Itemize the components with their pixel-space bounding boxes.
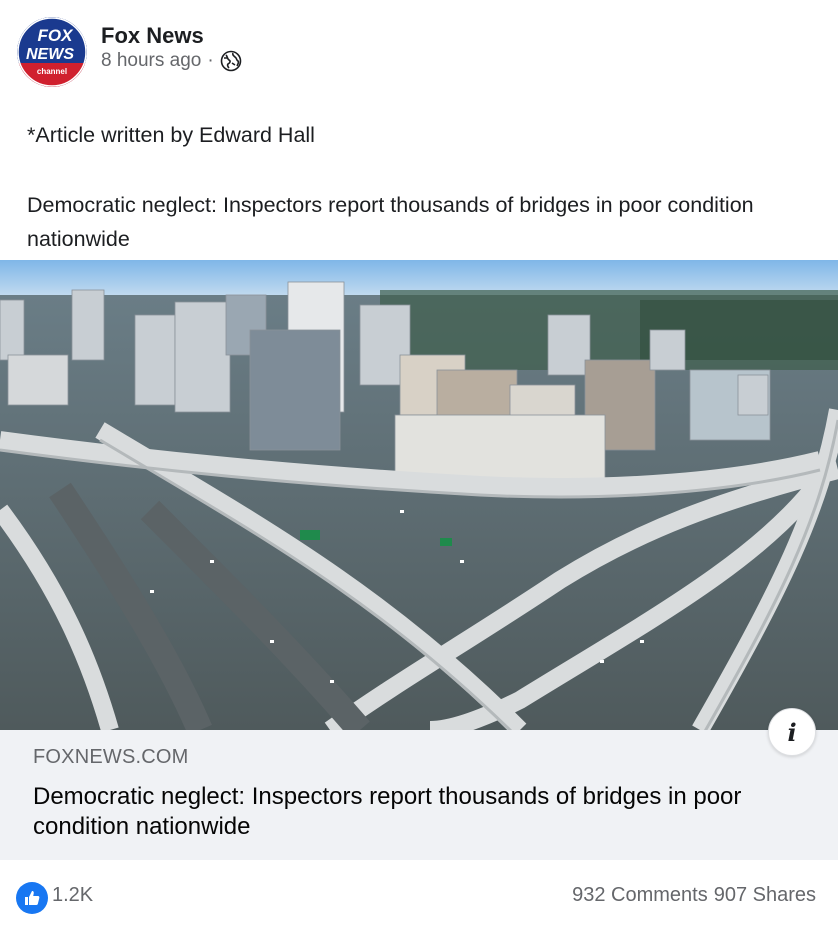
shares-count[interactable]: 907 Shares — [714, 884, 816, 907]
meta-separator: · — [207, 50, 214, 71]
page-avatar[interactable]: FOX NEWS channel — [17, 17, 87, 87]
engagement-stats: 932 Comments 907 Shares — [572, 884, 816, 907]
link-domain: FOXNEWS.COM — [33, 746, 189, 768]
link-preview-card[interactable]: FOXNEWS.COM Democratic neglect: Inspecto… — [0, 730, 838, 860]
comments-count[interactable]: 932 Comments — [572, 884, 708, 907]
post-text-credit: *Article written by Edward Hall — [27, 123, 315, 147]
thumbs-up-icon[interactable] — [16, 882, 48, 914]
logo-text-channel: channel — [37, 67, 67, 76]
post-message: *Article written by Edward Hall Democrat… — [27, 118, 807, 256]
globe-icon[interactable] — [220, 50, 242, 72]
page-name-link[interactable]: Fox News — [101, 23, 204, 49]
info-icon[interactable]: i — [768, 708, 816, 756]
thumbs-up-glyph — [25, 891, 40, 905]
fox-news-logo: FOX NEWS channel — [17, 17, 87, 87]
highway-interchange-image — [0, 260, 838, 730]
post-text-headline: Democratic neglect: Inspectors report th… — [27, 193, 754, 251]
logo-text-fox: FOX — [38, 26, 75, 45]
article-image[interactable] — [0, 260, 838, 730]
link-title[interactable]: Democratic neglect: Inspectors report th… — [33, 782, 823, 842]
post-header: FOX NEWS channel Fox News 8 hours ago · — [0, 0, 838, 100]
reaction-count[interactable]: 1.2K — [52, 884, 93, 907]
post-timestamp[interactable]: 8 hours ago — [101, 50, 201, 72]
logo-text-news: NEWS — [26, 46, 74, 63]
post-meta: 8 hours ago · — [101, 50, 242, 72]
